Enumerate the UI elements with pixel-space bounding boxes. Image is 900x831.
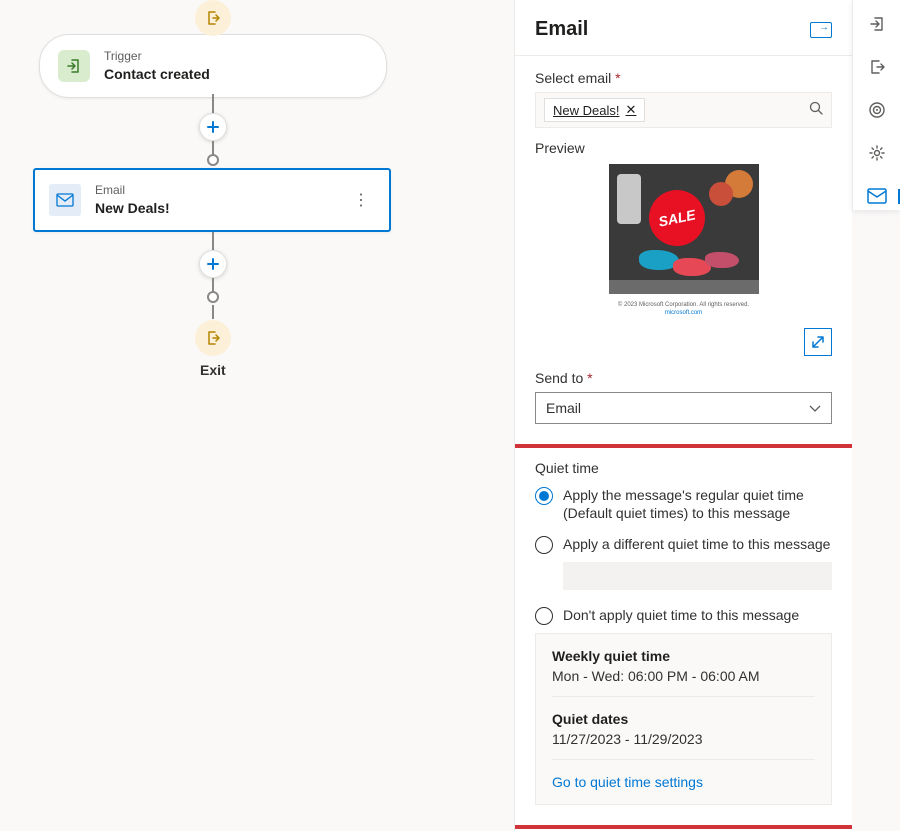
email-node-label: Email xyxy=(95,183,347,199)
connector-line xyxy=(212,278,214,292)
rail-enter-icon[interactable] xyxy=(857,10,897,37)
quiet-option-none[interactable]: Don't apply quiet time to this message xyxy=(535,606,832,625)
email-node-title: New Deals! xyxy=(95,199,347,217)
connector-line xyxy=(212,232,214,250)
rail-gear-icon[interactable] xyxy=(857,140,897,167)
trigger-title: Contact created xyxy=(104,65,368,83)
trigger-label: Trigger xyxy=(104,49,368,65)
exit-label: Exit xyxy=(200,362,226,378)
send-to-select[interactable]: Email xyxy=(535,392,832,424)
select-email-label: Select email * xyxy=(535,70,832,86)
connector-line xyxy=(212,305,214,319)
connector-line xyxy=(212,141,214,155)
email-node-more-button[interactable]: ⋮ xyxy=(347,190,375,210)
panel-type-icon xyxy=(810,22,832,38)
rail-exit-icon[interactable] xyxy=(857,53,897,80)
remove-chip-icon[interactable]: ✕ xyxy=(625,102,636,118)
email-node[interactable]: Email New Deals! ⋮ xyxy=(33,168,391,232)
chevron-down-icon xyxy=(809,400,821,416)
radio-icon xyxy=(535,607,553,625)
email-preview: SALE © 2023 Microsoft Corporation. All r… xyxy=(535,164,832,318)
quiet-time-summary-card: Weekly quiet time Mon - Wed: 06:00 PM - … xyxy=(535,633,832,805)
trigger-enter-icon xyxy=(58,50,90,82)
add-step-button-2[interactable] xyxy=(199,250,227,278)
quiet-dates-value: 11/27/2023 - 11/29/2023 xyxy=(552,731,815,747)
expand-preview-button[interactable] xyxy=(804,328,832,356)
mail-icon xyxy=(49,184,81,216)
exit-node-icon xyxy=(195,0,231,36)
quiet-dates-title: Quiet dates xyxy=(552,711,815,727)
connector-endpoint xyxy=(207,291,219,303)
preview-caption: © 2023 Microsoft Corporation. All rights… xyxy=(618,302,749,318)
weekly-quiet-value: Mon - Wed: 06:00 PM - 06:00 AM xyxy=(552,668,815,684)
radio-icon xyxy=(535,536,553,554)
preview-image: SALE xyxy=(609,164,759,294)
rail-mail-icon[interactable] xyxy=(857,183,897,210)
quiet-time-section: Quiet time Apply the message's regular q… xyxy=(514,444,852,830)
exit-node[interactable] xyxy=(195,320,231,356)
rail-target-icon[interactable] xyxy=(857,96,897,123)
quiet-settings-link[interactable]: Go to quiet time settings xyxy=(552,774,815,790)
search-icon[interactable] xyxy=(809,101,823,120)
quiet-option-different[interactable]: Apply a different quiet time to this mes… xyxy=(535,535,832,554)
panel-header: Email xyxy=(515,0,852,56)
email-chip-input[interactable]: New Deals! ✕ xyxy=(535,92,832,128)
different-quiet-time-input[interactable] xyxy=(563,562,832,590)
connector-endpoint xyxy=(207,154,219,166)
email-settings-panel: Email Select email * New Deals! ✕ Previe… xyxy=(514,0,852,831)
journey-canvas[interactable]: Trigger Contact created Email New Deals!… xyxy=(0,0,514,831)
selected-email-chip[interactable]: New Deals! ✕ xyxy=(544,98,645,122)
send-to-label: Send to * xyxy=(535,370,832,386)
quiet-option-regular[interactable]: Apply the message's regular quiet time (… xyxy=(535,486,832,524)
add-step-button-1[interactable] xyxy=(199,113,227,141)
weekly-quiet-title: Weekly quiet time xyxy=(552,648,815,664)
connector-line xyxy=(212,94,214,114)
panel-title: Email xyxy=(535,18,588,41)
trigger-node[interactable]: Trigger Contact created xyxy=(39,34,387,98)
preview-label: Preview xyxy=(535,140,832,156)
radio-icon xyxy=(535,487,553,505)
right-rail xyxy=(852,0,900,210)
quiet-time-label: Quiet time xyxy=(535,460,832,476)
